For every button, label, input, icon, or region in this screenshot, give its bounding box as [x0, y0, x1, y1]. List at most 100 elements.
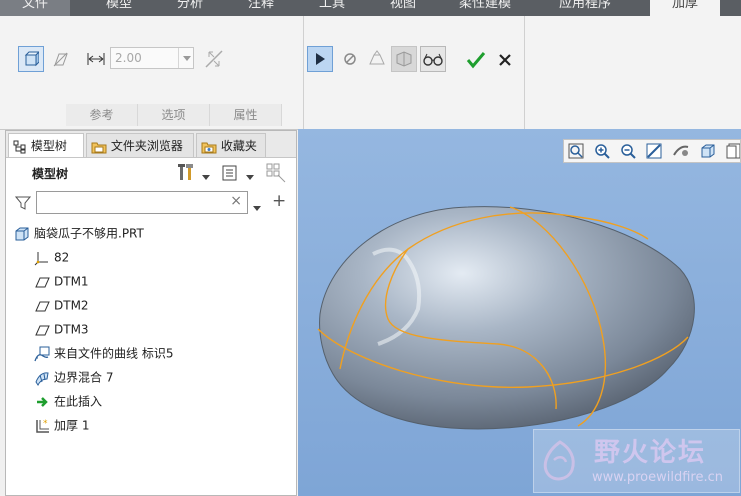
tab-tools[interactable]: 工具 [297, 0, 367, 16]
play-icon [316, 53, 325, 65]
tree-item-label: 在此插入 [54, 394, 103, 409]
tab-model[interactable]: 模型 [84, 0, 154, 16]
ribbon: 2.00 参考 选项 属性 [0, 16, 741, 130]
thickness-icon [86, 51, 106, 70]
graphics-window[interactable]: 野火论坛 www.proewildfire.cn [298, 129, 741, 496]
check-icon [466, 52, 486, 69]
thickness-value: 2.00 [115, 51, 142, 65]
thicken-icon: * [36, 419, 49, 433]
tree-item-label: 边界混合 7 [54, 370, 114, 385]
tree-item-dtm2[interactable]: DTM2 [34, 294, 89, 316]
navigator-panel: 模型树 文件夹浏览器 收藏夹 模型树 × + 脑袋瓜子不够用.PRT 82 DT… [5, 130, 297, 496]
tab-model-tree[interactable]: 模型树 [8, 133, 84, 157]
boundary-blend-icon [35, 371, 49, 386]
preview-geometry-button[interactable] [364, 46, 390, 72]
tab-thicken[interactable]: 加厚 [650, 0, 720, 16]
filter-input[interactable]: × [36, 191, 248, 214]
pause-button[interactable] [337, 46, 363, 72]
thickness-input[interactable]: 2.00 [110, 47, 194, 69]
thicken-solid-button[interactable] [18, 46, 44, 72]
group-references[interactable]: 参考 [66, 104, 138, 126]
favorites-folder-icon [201, 142, 217, 153]
tree-item-part[interactable]: 脑袋瓜子不够用.PRT [14, 222, 144, 244]
flip-direction-icon [205, 50, 223, 68]
tree-item-insert-here[interactable]: 在此插入 [34, 390, 102, 412]
tree-columns-button[interactable] [266, 163, 286, 186]
csys-icon [34, 251, 48, 265]
clear-filter-icon[interactable]: × [230, 193, 242, 209]
tree-item-label: DTM1 [54, 274, 89, 289]
feature-preview-icon [396, 51, 412, 67]
watermark-title: 野火论坛 [594, 438, 707, 468]
tree-item-label: DTM3 [54, 322, 89, 337]
part-icon [15, 227, 29, 240]
tree-item-label: 来自文件的曲线 标识5 [54, 346, 174, 361]
tools-icon [178, 164, 193, 180]
thickened-solid[interactable] [319, 206, 695, 430]
chevron-down-icon [253, 206, 261, 211]
tree-item-curve-from-file[interactable]: 来自文件的曲线 标识5 [34, 342, 173, 364]
list-icon [222, 165, 237, 181]
preview-feature-button[interactable] [391, 46, 417, 72]
folder-browser-icon [91, 142, 107, 153]
watermark: 野火论坛 www.proewildfire.cn [533, 429, 740, 493]
group-options[interactable]: 选项 [138, 104, 210, 126]
thickness-dropdown[interactable] [178, 48, 194, 68]
verify-mode-button[interactable] [420, 46, 446, 72]
tree-columns-icon [266, 163, 286, 183]
tab-folder-browser-label: 文件夹浏览器 [110, 139, 183, 153]
geometry-check-icon [369, 50, 385, 65]
cancel-button[interactable] [492, 47, 518, 73]
glasses-icon [423, 53, 443, 66]
tab-file[interactable]: 文件 [0, 0, 70, 16]
tab-view[interactable]: 视图 [368, 0, 438, 16]
tab-flexible-modeling[interactable]: 柔性建模 [440, 0, 530, 16]
settings-dropdown[interactable] [202, 169, 210, 183]
tab-analysis[interactable]: 分析 [155, 0, 225, 16]
chevron-down-icon [182, 55, 191, 61]
show-button[interactable] [221, 164, 239, 185]
show-dropdown[interactable] [246, 169, 254, 183]
no-preview-icon [344, 53, 356, 65]
svg-text:*: * [43, 419, 48, 429]
tree-item-label: 加厚 1 [54, 418, 90, 433]
remove-material-icon [53, 52, 68, 67]
ok-button[interactable] [463, 47, 489, 73]
add-filter-button[interactable]: + [272, 191, 286, 211]
tab-applications[interactable]: 应用程序 [540, 0, 630, 16]
watermark-url: www.proewildfire.cn [592, 470, 723, 485]
flip-direction-button[interactable] [201, 46, 227, 72]
solid-icon [24, 51, 39, 67]
model-tree-icon [13, 140, 26, 153]
tree-item-label: 82 [54, 250, 70, 265]
insert-here-icon [37, 396, 48, 407]
menu-bar: 文件 模型 分析 注释 工具 视图 柔性建模 应用程序 加厚 [0, 0, 741, 16]
tree-item-dtm3[interactable]: DTM3 [34, 318, 89, 340]
group-properties[interactable]: 属性 [210, 104, 282, 126]
datum-plane-icon [35, 277, 50, 287]
filter-dropdown[interactable] [253, 200, 261, 214]
tree-item-thicken[interactable]: * 加厚 1 [34, 414, 89, 436]
tab-favorites[interactable]: 收藏夹 [196, 133, 266, 157]
logo-icon [543, 440, 575, 481]
remove-material-button[interactable] [47, 46, 73, 72]
close-icon [499, 54, 511, 66]
tree-item-dtm1[interactable]: DTM1 [34, 270, 89, 292]
tree-item-label: 脑袋瓜子不够用.PRT [34, 226, 144, 241]
model-tree-header: 模型树 [32, 167, 69, 181]
tab-model-tree-label: 模型树 [30, 139, 67, 153]
panel-tabs: 模型树 文件夹浏览器 收藏夹 [6, 131, 296, 158]
resume-button[interactable] [307, 46, 333, 72]
curve-file-icon [34, 346, 50, 361]
tree-settings-button[interactable] [177, 162, 197, 185]
filter-icon [14, 195, 32, 214]
datum-plane-icon [35, 301, 50, 311]
tab-annotate[interactable]: 注释 [226, 0, 296, 16]
chevron-down-icon [202, 175, 210, 180]
tree-item-boundary-blend[interactable]: 边界混合 7 [34, 366, 113, 388]
chevron-down-icon [246, 175, 254, 180]
tab-favorites-label: 收藏夹 [220, 139, 257, 153]
tree-item-csys[interactable]: 82 [34, 246, 69, 268]
datum-plane-icon [35, 325, 50, 335]
tab-folder-browser[interactable]: 文件夹浏览器 [86, 133, 194, 157]
